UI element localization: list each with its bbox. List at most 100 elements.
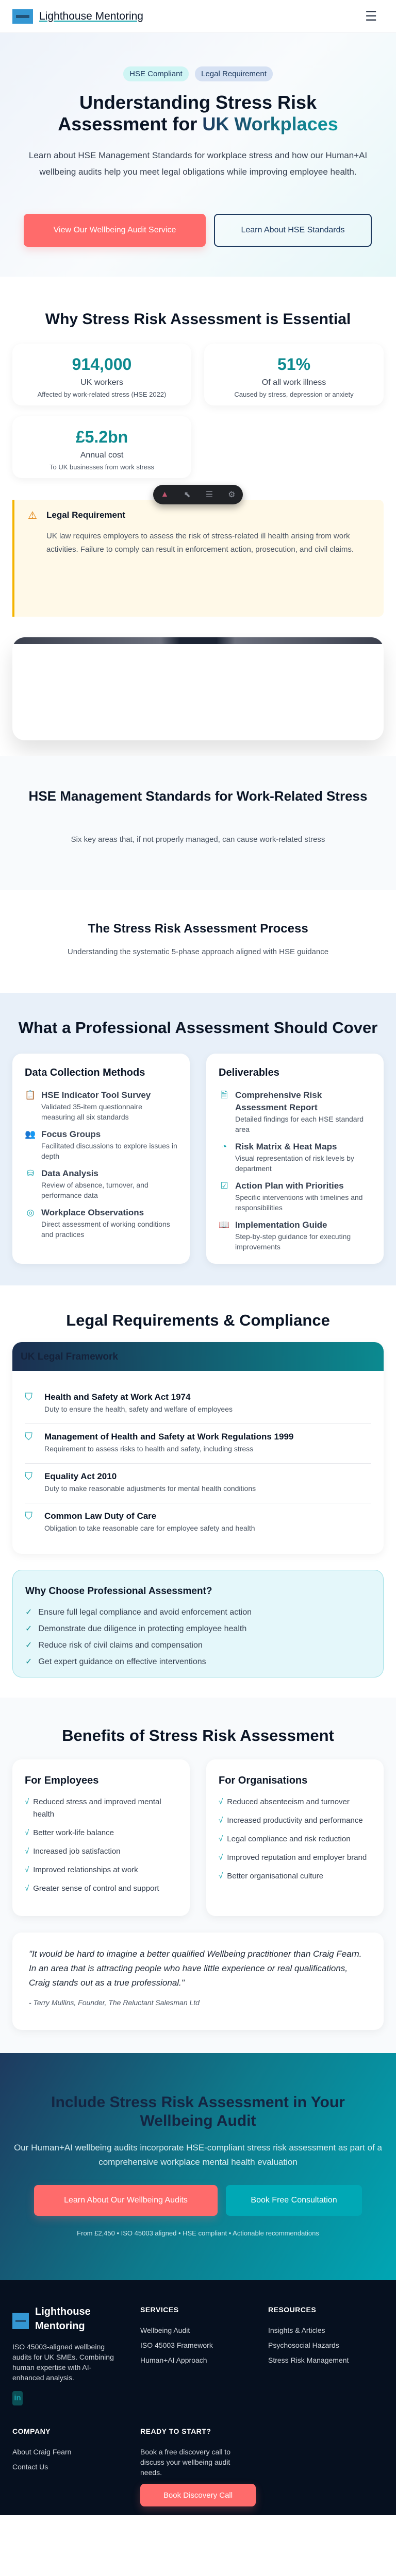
list-item: ⛁ Data Analysis Review of absence, turnove… (25, 1167, 177, 1200)
benefit-item: √ Reduced absenteeism and turnover (219, 1796, 371, 1808)
book-icon: 📖 (219, 1220, 230, 1230)
footer-description: ISO 45003-aligned wellbeing audits for U… (12, 2343, 114, 2382)
view-audit-service-button[interactable]: View Our Wellbeing Audit Service (24, 214, 206, 247)
ready-text: Book a free discovery call to discuss yo… (140, 2448, 231, 2477)
database-icon: ⛁ (26, 1168, 35, 1178)
testimonial-author: - Terry Mullins, Founder, The Reluctant … (29, 1998, 200, 2007)
legal-item-title: Health and Safety at Work Act 1974 (44, 1392, 191, 1402)
why-choose-item: ✓ Get expert guidance on effective interv… (25, 1654, 371, 1670)
site-header: Lighthouse Mentoring ☰ (0, 0, 396, 33)
item-desc: Validated 35-item questionnaire measurin… (41, 1103, 142, 1121)
footer-link[interactable]: ISO 45003 Framework (140, 2341, 213, 2349)
eye-icon: ◎ (26, 1208, 35, 1217)
stat-sub: Caused by stress, depression or anxiety (234, 391, 354, 398)
footer-resources: RESOURCES Insights & Articles Psychosocia… (268, 2306, 349, 2371)
item-text: Better organisational culture (227, 1872, 324, 1880)
check-icon: √ (219, 1798, 223, 1806)
footer-logo[interactable] (12, 2313, 29, 2329)
stat-value: £5.2bn (75, 428, 128, 446)
warning-icon: ⚠ (28, 510, 37, 521)
card-title: For Organisations (219, 1775, 308, 1786)
benefit-item: √ Better work-life balance (25, 1827, 177, 1839)
hse-subtitle: Six key areas that, if not properly mana… (71, 835, 325, 844)
benefit-item: √ Increased productivity and performance (219, 1815, 371, 1827)
legal-item: ⛉ Common Law Duty of Care Obligation to ta… (25, 1503, 371, 1543)
check-icon: √ (219, 1853, 223, 1862)
clipboard-check-icon: ☑ (220, 1181, 228, 1191)
legal-item-desc: Obligation to take reasonable care for e… (44, 1524, 255, 1532)
stat-card: 914,000 UK workers Affected by work-rela… (12, 344, 191, 405)
item-text: Better work-life balance (33, 1828, 114, 1837)
badge-hse-compliant: HSE Compliant (123, 66, 189, 81)
assessment-cover-section: What a Professional Assessment Should Co… (0, 993, 396, 1285)
astro-icon[interactable]: ▲ (161, 490, 169, 499)
shield-check-icon: ⛉ (25, 1511, 32, 1522)
process-section: The Stress Risk Assessment Process Under… (0, 890, 396, 993)
page-title: Understanding Stress Risk Assessment for… (0, 92, 396, 135)
item-text: Greater sense of control and support (33, 1884, 159, 1893)
footer-link[interactable]: Human+AI Approach (140, 2356, 213, 2364)
footer-heading: RESOURCES (268, 2306, 317, 2314)
why-choose-item: ✓ Reduce risk of civil claims and compens… (25, 1637, 371, 1654)
stat-label: UK workers (80, 378, 123, 387)
legal-item: ⛉ Management of Health and Safety at Work… (25, 1424, 371, 1464)
legal-framework-card: UK Legal Framework ⛉ Health and Safety at… (12, 1342, 384, 1554)
title-line-1: Understanding Stress Risk (79, 92, 317, 113)
benefit-item: √ Better organisational culture (219, 1870, 371, 1883)
book-consultation-button[interactable]: Book Free Consultation (226, 2185, 362, 2216)
footer-link[interactable]: Insights & Articles (268, 2326, 349, 2334)
site-footer: Lighthouse Mentoring ISO 45003-aligned w… (0, 2280, 396, 2515)
legal-item: ⛉ Equality Act 2010 Duty to make reasonabl… (25, 1464, 371, 1503)
audit-icon[interactable]: ☰ (206, 489, 213, 500)
testimonial-card: "It would be hard to imagine a better qu… (12, 1933, 384, 2030)
learn-hse-standards-button[interactable]: Learn About HSE Standards (214, 214, 372, 247)
stat-card: 51% Of all work illness Caused by stress… (204, 344, 384, 405)
card-title: Deliverables (219, 1067, 279, 1078)
footer-link[interactable]: About Craig Fearn (12, 2448, 71, 2456)
brand-name[interactable]: Lighthouse Mentoring (39, 10, 143, 23)
footer-link[interactable]: Wellbeing Audit (140, 2326, 213, 2334)
list-item: ◎ Workplace Observations Direct assessment… (25, 1207, 177, 1240)
footer-services: SERVICES Wellbeing Audit ISO 45003 Framew… (140, 2306, 213, 2371)
callout-title: Legal Requirement (46, 510, 126, 520)
hero-image (12, 637, 384, 740)
footer-ready: READY TO START? Book a free discovery ca… (140, 2427, 243, 2478)
item-title: Comprehensive Risk Assessment Report (235, 1090, 322, 1112)
learn-audits-button[interactable]: Learn About Our Wellbeing Audits (34, 2185, 218, 2216)
benefit-item: √ Legal compliance and risk reduction (219, 1833, 371, 1845)
check-icon: ✓ (25, 1608, 32, 1617)
item-text: Improved relationships at work (33, 1866, 138, 1874)
linkedin-icon[interactable]: in (12, 2391, 23, 2405)
badge-legal-requirement: Legal Requirement (195, 66, 273, 81)
gear-icon[interactable]: ⚙ (228, 489, 235, 500)
check-icon: √ (219, 1816, 223, 1825)
process-title: The Stress Risk Assessment Process (88, 922, 308, 936)
brand-logo[interactable] (12, 9, 33, 24)
check-icon: √ (25, 1798, 29, 1806)
stat-card: £5.2bn Annual cost To UK businesses from… (12, 416, 191, 478)
hamburger-icon[interactable]: ☰ (365, 8, 377, 24)
book-discovery-call-button[interactable]: Book Discovery Call (140, 2484, 256, 2506)
stat-label: Of all work illness (261, 378, 326, 387)
benefit-item: √ Greater sense of control and support (25, 1883, 177, 1895)
item-text: Reduced absenteeism and turnover (227, 1798, 350, 1806)
legal-item-desc: Duty to ensure the health, safety and we… (44, 1405, 233, 1413)
footer-link[interactable]: Stress Risk Management (268, 2356, 349, 2364)
title-highlight: UK Workplaces (202, 113, 338, 134)
cover-title: What a Professional Assessment Should Co… (18, 1019, 378, 1037)
card-header: UK Legal Framework (12, 1342, 384, 1371)
legal-item-desc: Requirement to assess risks to health an… (44, 1445, 254, 1453)
list-item: ◔ Risk Matrix & Heat Maps Visual represent… (219, 1141, 371, 1174)
footer-link[interactable]: Contact Us (12, 2463, 71, 2471)
check-icon: √ (25, 1884, 29, 1893)
footer-brand[interactable]: Lighthouse Mentoring (35, 2304, 97, 2333)
footer-link[interactable]: Psychosocial Hazards (268, 2341, 349, 2349)
hero-description: Learn about HSE Management Standards for… (28, 150, 368, 177)
cursor-icon[interactable]: ⬉ (184, 489, 190, 500)
check-icon: √ (25, 1847, 29, 1856)
stat-sub: Affected by work-related stress (HSE 202… (37, 391, 167, 398)
item-desc: Detailed findings for each HSE standard … (235, 1115, 364, 1133)
item-title: Implementation Guide (235, 1220, 327, 1230)
shield-check-icon: ⛉ (25, 1431, 32, 1443)
clipboard-icon: 📋 (25, 1090, 36, 1100)
